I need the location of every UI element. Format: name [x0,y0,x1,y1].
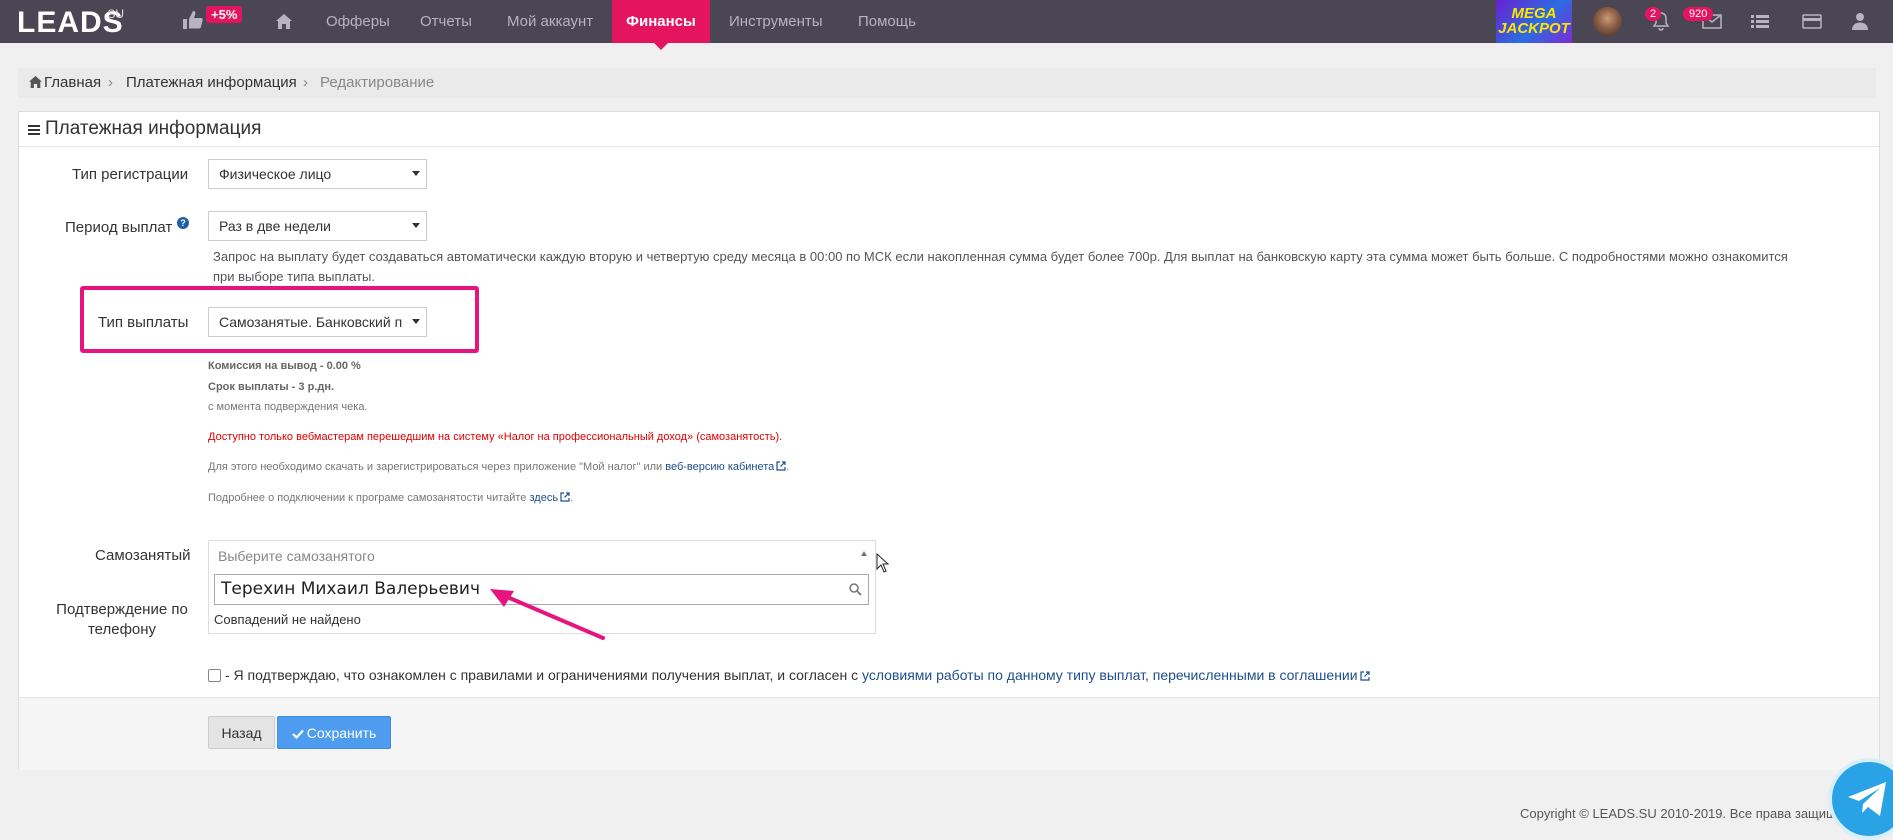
payout-period-label: Период выплат [65,219,173,236]
payout-type-value: Самозанятые. Банковский п [219,314,403,330]
agreement-terms-link[interactable]: условиями работы по данному типу выплат,… [862,667,1358,683]
logo-suffix: .SU [104,7,125,21]
chevron-down-icon [412,223,420,228]
payout-term-note: с момента подверждения чека. [208,401,368,413]
registration-type-value: Физическое лицо [219,166,332,182]
breadcrumb-payment-info[interactable]: Платежная информация [126,68,297,98]
external-link-icon [1359,671,1370,681]
top-navbar: LEADS .SU +5% Офферы Отчеты Мой аккаунт … [0,0,1893,50]
external-link-icon [560,492,570,502]
telegram-button[interactable] [1828,758,1893,840]
panel-title: Платежная информация [45,118,262,139]
download-app-prefix: Для этого необходимо скачать и зарегистр… [208,461,666,473]
menu-icon [28,125,40,135]
avatar[interactable] [1593,7,1622,36]
save-button-label: Сохранить [306,725,377,741]
telegram-icon [1848,782,1886,816]
more-info-prefix: Подробнее о подключении к програме самоз… [208,492,530,504]
external-link-icon [776,461,786,471]
home-icon[interactable] [276,14,292,29]
copyright: Copyright © LEADS.SU 2010-2019. Все прав… [1520,806,1837,821]
search-icon [849,583,862,596]
messages-badge: 920 [1683,7,1714,21]
download-app-text: Для этого необходимо скачать и зарегистр… [208,461,790,473]
chevron-down-icon [412,319,420,324]
notifications-badge: 2 [1645,7,1662,21]
back-button[interactable]: Назад [208,716,275,749]
agreement-prefix: - Я подтверждаю, что ознакомлен с правил… [225,667,862,683]
mouse-cursor-icon [876,553,890,573]
commission-text: Комиссия на вывод - 0.00 % [208,360,361,372]
payout-term-text: Срок выплаты - 3 р.дн. [208,381,335,393]
self-employed-warning: Доступно только вебмастерам перешедшим н… [208,431,783,443]
nav-help[interactable]: Помощь [858,0,916,43]
credit-card-icon[interactable] [1802,14,1822,29]
nav-offers[interactable]: Офферы [326,0,390,43]
home-icon [29,76,42,88]
breadcrumb-separator: › [303,74,308,91]
save-button[interactable]: Сохранить [277,716,391,749]
breadcrumb-current: Редактирование [320,74,435,91]
bonus-badge: +5% [206,6,243,23]
phone-confirm-label-line2: телефону [87,621,157,638]
more-info-link[interactable]: здесь [529,492,558,504]
web-cabinet-link[interactable]: веб-версию кабинета [665,461,774,473]
jackpot-line2: JACKPOT [1498,20,1570,37]
help-icon[interactable]: ? [177,217,189,229]
logo[interactable]: LEADS .SU [17,6,124,40]
payout-period-hint-line2: при выборе типа выплаты. [213,269,375,284]
agreement-text: - Я подтверждаю, что ознакомлен с правил… [225,667,1370,683]
agreement-checkbox[interactable] [208,669,221,682]
thumbs-up-icon[interactable] [182,10,204,30]
nav-tools[interactable]: Инструменты [729,0,823,43]
payout-period-value: Раз в две недели [219,218,331,234]
breadcrumb-home[interactable]: Главная [44,68,101,98]
more-info-text: Подробнее о подключении к програме самоз… [208,492,574,504]
payout-period-hint: Запрос на выплату будет создаваться авто… [213,247,1863,287]
panel-header: Платежная информация [19,112,1879,147]
chevron-down-icon [412,171,420,176]
nav-my-account[interactable]: Мой аккаунт [507,0,593,43]
no-results-text: Совпадений не найдено [214,612,361,627]
payout-type-label: Тип выплаты [98,314,189,331]
check-icon [291,729,304,739]
user-icon[interactable] [1852,12,1868,30]
payout-period-hint-line1: Запрос на выплату будет создаваться авто… [213,249,1788,264]
nav-finance[interactable]: Финансы [612,0,710,50]
breadcrumb-separator: › [108,74,113,91]
payout-type-select[interactable]: Самозанятые. Банковский п [208,307,427,337]
payout-period-select[interactable]: Раз в две недели [208,211,427,241]
phone-confirm-label-line1: Подтверждение по [56,601,188,618]
list-icon[interactable] [1751,14,1769,29]
jackpot-line1: MEGA [1511,5,1557,22]
search-input-value: Терехин Михаил Валерьевич [221,579,481,599]
mega-jackpot-banner[interactable]: MEGA JACKPOT [1496,0,1572,43]
self-employed-label: Самозанятый [95,547,191,564]
registration-type-label: Тип регистрации [72,166,189,183]
self-employed-placeholder: Выберите самозанятого [218,548,375,564]
nav-reports[interactable]: Отчеты [420,0,472,43]
registration-type-select[interactable]: Физическое лицо [208,159,427,189]
breadcrumb: Главная › Платежная информация › Редакти… [18,68,1876,98]
annotation-arrow [490,589,605,640]
chevron-up-icon[interactable] [861,551,867,556]
phone-confirm-label: Подтверждение по телефону [56,600,188,640]
